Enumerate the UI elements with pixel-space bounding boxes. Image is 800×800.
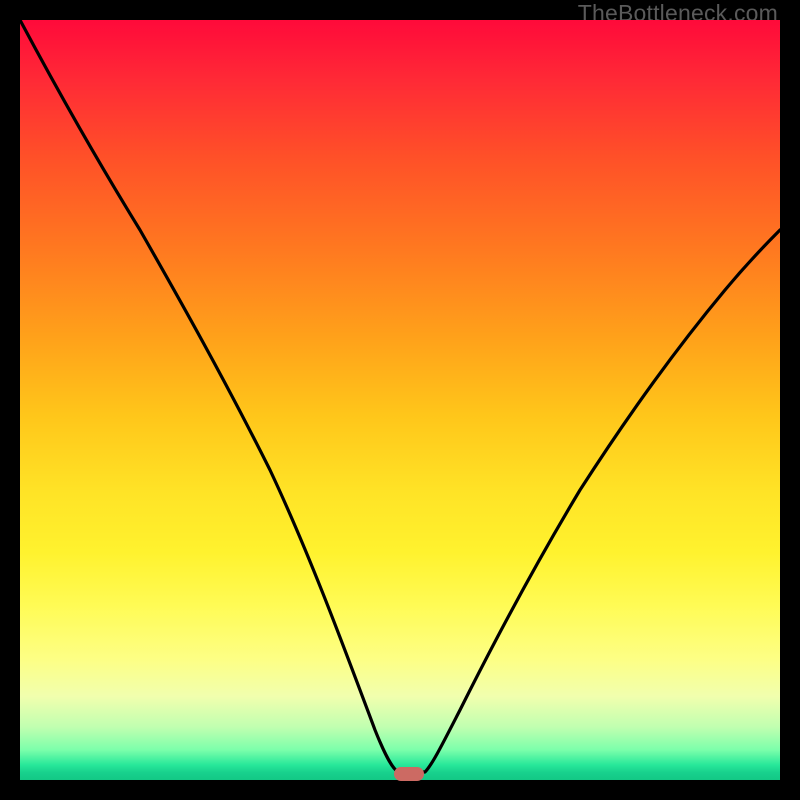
plot-area <box>20 20 780 780</box>
optimum-marker <box>394 767 424 781</box>
bottleneck-curve <box>20 20 780 780</box>
chart-frame: TheBottleneck.com <box>0 0 800 800</box>
curve-path <box>20 20 780 772</box>
